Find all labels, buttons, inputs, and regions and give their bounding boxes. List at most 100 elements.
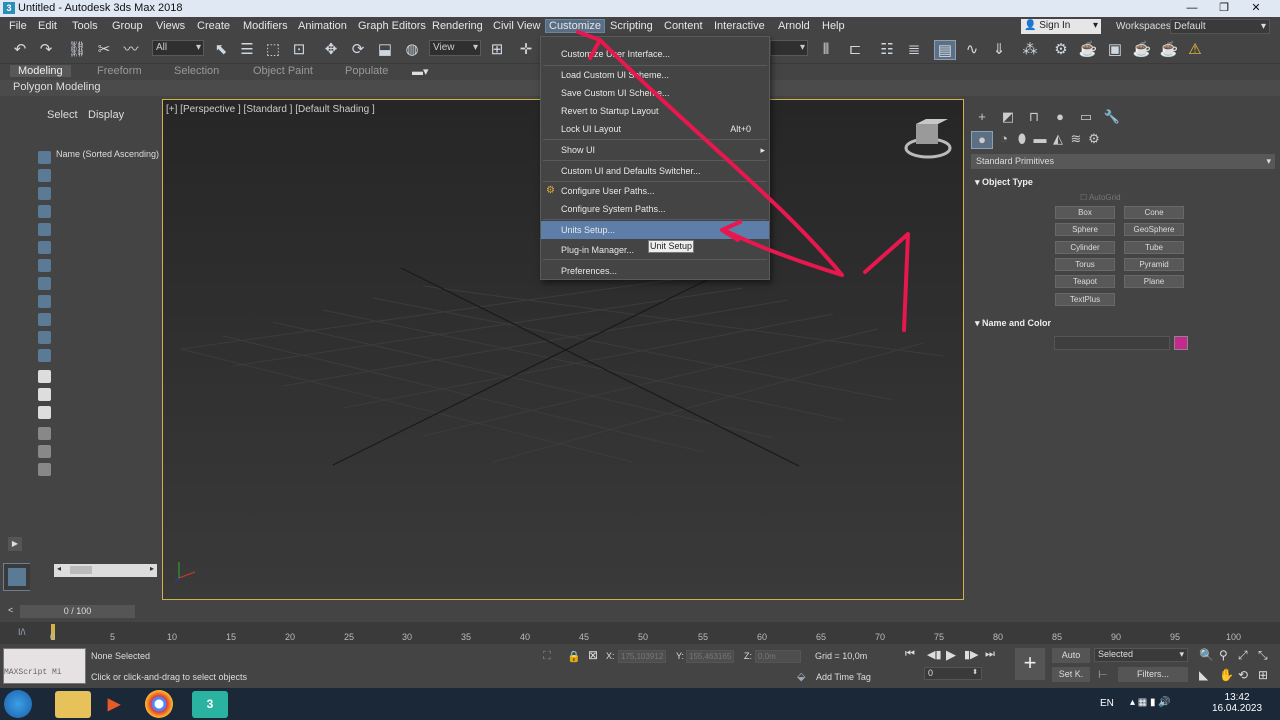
menu-content[interactable]: Content xyxy=(664,20,703,32)
groups-filter-icon[interactable] xyxy=(38,259,51,272)
z-coordinate-field[interactable]: 0,0m xyxy=(755,650,801,663)
menu-animation[interactable]: Animation xyxy=(298,20,347,32)
x-coordinate-field[interactable]: 175,103912 xyxy=(618,650,666,663)
spinner-icon[interactable]: ⬍ xyxy=(972,668,978,676)
scroll-right-icon[interactable]: ▸ xyxy=(150,564,154,573)
sign-in-dropdown[interactable]: 👤 Sign In ▾ xyxy=(1021,19,1101,34)
named-selection-select[interactable]: ▾ xyxy=(770,40,808,56)
teapot-button[interactable]: Teapot xyxy=(1055,275,1115,288)
geosphere-button[interactable]: GeoSphere xyxy=(1124,223,1184,236)
cone-button[interactable]: Cone xyxy=(1124,206,1184,219)
funnel-icon[interactable] xyxy=(38,445,51,458)
menu-item-revert-startup-layout[interactable]: Revert to Startup Layout xyxy=(541,102,769,120)
minimize-button[interactable]: — xyxy=(1180,0,1204,16)
geometry-filter-icon[interactable] xyxy=(38,151,51,164)
menu-rendering[interactable]: Rendering xyxy=(432,20,483,32)
lights-filter-icon[interactable] xyxy=(38,187,51,200)
key-filter-select[interactable]: Selected ▾ xyxy=(1094,648,1188,662)
primitive-type-select[interactable]: Standard Primitives ▾ xyxy=(971,154,1275,169)
scene-explorer-icon[interactable]: ☷ xyxy=(876,40,898,60)
maxscript-listener[interactable]: MAXScript Mi xyxy=(3,648,86,684)
dope-sheet-icon[interactable]: ⇓ xyxy=(988,40,1010,60)
filter-funnel-icon[interactable] xyxy=(38,427,51,440)
render-iterative-icon[interactable]: ☕ xyxy=(1158,40,1180,60)
menu-item-configure-user-paths[interactable]: ⚙ Configure User Paths... xyxy=(541,182,769,200)
rendered-frame-icon[interactable]: ▣ xyxy=(1104,40,1126,60)
pan-icon[interactable]: ✋ xyxy=(1219,668,1234,682)
current-frame-field[interactable]: 0 ⬍ xyxy=(924,667,982,680)
shapes-filter-icon[interactable] xyxy=(38,169,51,182)
bind-spacewarp-icon[interactable]: 〰 xyxy=(120,40,142,60)
object-type-rollout[interactable]: ▾ Object Type xyxy=(975,177,1033,188)
chrome-icon[interactable] xyxy=(145,690,173,718)
scroll-thumb[interactable] xyxy=(70,566,92,574)
menu-arnold[interactable]: Arnold xyxy=(778,20,810,32)
menu-item-load-ui-scheme[interactable]: Load Custom UI Scheme... xyxy=(541,66,769,84)
hierarchy-tab-icon[interactable]: ⊓ xyxy=(1023,109,1045,127)
place-icon[interactable]: ◍ xyxy=(401,40,423,60)
cylinder-button[interactable]: Cylinder xyxy=(1055,241,1115,254)
menu-graph-editors[interactable]: Graph Editors xyxy=(358,20,426,32)
object-name-field[interactable] xyxy=(1054,336,1170,350)
rectangular-selection-icon[interactable]: ⬚ xyxy=(262,40,284,60)
select-object-icon[interactable]: ⬉ xyxy=(210,40,232,60)
mirror-icon[interactable]: ⫴ xyxy=(815,40,837,60)
warning-icon[interactable]: ⚠ xyxy=(1184,40,1206,60)
absolute-mode-icon[interactable]: ⊠ xyxy=(588,648,598,662)
menu-item-ui-defaults-switcher[interactable]: Custom UI and Defaults Switcher... xyxy=(541,162,769,180)
isolate-selection-icon[interactable]: ⛶ xyxy=(543,650,551,663)
menu-civil-view[interactable]: Civil View xyxy=(493,20,540,32)
menu-item-configure-system-paths[interactable]: Configure System Paths... xyxy=(541,200,769,218)
torus-button[interactable]: Torus xyxy=(1055,258,1115,271)
display-all-icon[interactable] xyxy=(38,370,51,383)
textplus-button[interactable]: TextPlus xyxy=(1055,293,1115,306)
menu-scripting[interactable]: Scripting xyxy=(610,20,653,32)
box-button[interactable]: Box xyxy=(1055,206,1115,219)
menu-modifiers[interactable]: Modifiers xyxy=(243,20,288,32)
link-icon[interactable]: ⛓ xyxy=(66,40,88,60)
systems-category-icon[interactable]: ⚙ xyxy=(1083,131,1105,149)
filters-button[interactable]: Filters... xyxy=(1118,667,1188,682)
material-editor-icon[interactable]: ⚙ xyxy=(1050,40,1072,60)
zoom-extents-all-icon[interactable]: ⤡ xyxy=(1258,648,1268,663)
track-bar[interactable]: I/\ 0 5 10 15 20 25 30 35 40 45 50 55 60… xyxy=(0,622,1280,644)
go-to-start-icon[interactable]: ⏮ xyxy=(905,648,915,661)
tab-display[interactable]: Display xyxy=(88,109,124,121)
pyramid-button[interactable]: Pyramid xyxy=(1124,258,1184,271)
scale-icon[interactable]: ⬓ xyxy=(374,40,396,60)
close-button[interactable]: ✕ xyxy=(1244,0,1268,16)
menu-item-show-ui[interactable]: Show UI ▸ xyxy=(541,141,769,159)
layer-explorer-icon[interactable]: ≣ xyxy=(903,40,925,60)
undo-icon[interactable]: ↶ xyxy=(9,40,31,60)
menu-create[interactable]: Create xyxy=(197,20,230,32)
render-setup-icon[interactable]: ☕ xyxy=(1077,40,1099,60)
language-indicator[interactable]: EN xyxy=(1100,698,1114,709)
display-none-icon[interactable] xyxy=(38,388,51,401)
workspace-select[interactable]: Default ▾ xyxy=(1170,19,1270,34)
autogrid-checkbox[interactable]: ☐ AutoGrid xyxy=(1080,193,1121,202)
scroll-left-icon[interactable]: ◂ xyxy=(57,564,61,573)
set-key-button[interactable]: Set K. xyxy=(1052,667,1090,682)
name-color-rollout[interactable]: ▾ Name and Color xyxy=(975,318,1051,329)
tab-select[interactable]: Select xyxy=(47,109,78,121)
start-button[interactable] xyxy=(4,690,32,718)
play-icon[interactable]: ▶ xyxy=(946,647,956,663)
menu-edit[interactable]: Edit xyxy=(38,20,57,32)
menu-customize[interactable]: Customize xyxy=(545,19,605,33)
time-tag-icon[interactable]: ⬙ xyxy=(797,670,805,683)
zoom-extents-icon[interactable]: ⤢ xyxy=(1238,648,1248,663)
selection-filter-select[interactable]: All ▾ xyxy=(152,40,204,56)
horizontal-scrollbar[interactable]: ◂ ▸ xyxy=(54,564,157,577)
display-invert-icon[interactable] xyxy=(38,406,51,419)
orbit-icon[interactable]: ⟲ xyxy=(1238,668,1248,682)
hidden-filter-icon[interactable] xyxy=(38,349,51,362)
geometry-category-icon[interactable]: ● xyxy=(971,131,993,149)
tray-icons[interactable]: ▴ ▦ ▮ 🔊 xyxy=(1130,697,1171,708)
previous-frame-icon[interactable]: ◀▮ xyxy=(927,648,942,661)
motion-tab-icon[interactable]: ● xyxy=(1049,109,1071,127)
ribbon-tab-populate[interactable]: Populate xyxy=(345,65,388,77)
ribbon-tab-modeling[interactable]: Modeling xyxy=(10,65,71,77)
display-tab-icon[interactable]: ▭ xyxy=(1075,109,1097,127)
media-player-icon[interactable]: ▶ xyxy=(96,691,132,718)
time-slider[interactable]: 0 / 100 xyxy=(20,605,135,618)
